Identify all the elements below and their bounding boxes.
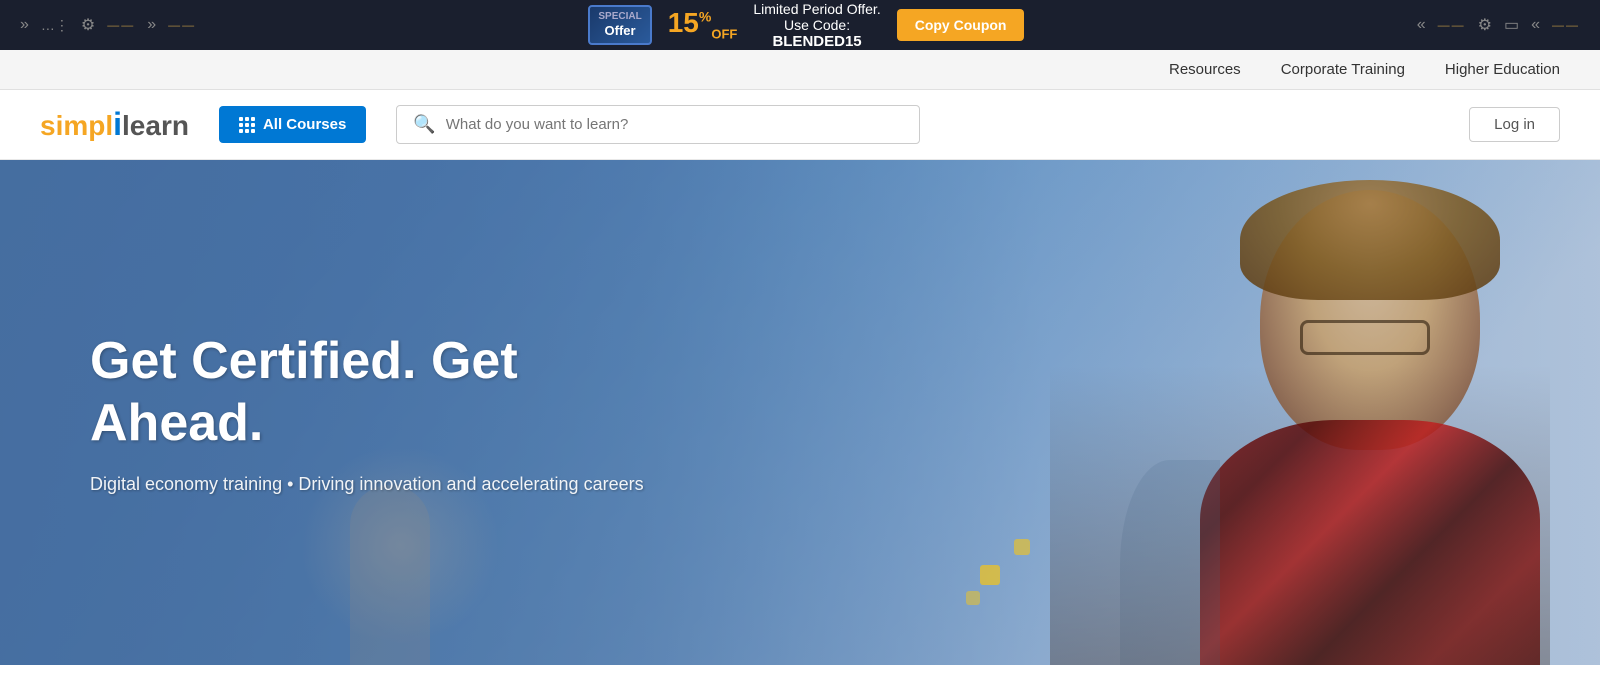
discount-number: 15 [668,7,699,38]
nav-dots-left2: —— [168,18,196,32]
chevron-right-icon[interactable]: » [147,16,156,34]
chevron-right-double-icon[interactable]: » [20,16,29,34]
grid-icon [239,117,255,133]
grid-dots-icon[interactable]: …⋮ [41,17,69,34]
search-input[interactable] [446,116,903,133]
hero-subtitle: Digital economy training • Driving innov… [90,474,700,495]
hero-title: Get Certified. Get Ahead. [90,330,700,455]
logo-i: i [113,106,122,142]
search-icon: 🔍 [413,114,435,135]
offer-text: Offer [598,23,641,39]
bar-left-icons: » …⋮ ⚙ —— » —— [20,15,196,35]
announcement-text: Limited Period Offer. Use Code: BLENDED1… [753,1,880,50]
announcement-center: SPECIAL Offer 15%OFF Limited Period Offe… [588,1,1024,50]
promo-code: BLENDED15 [753,33,880,50]
nav-resources[interactable]: Resources [1169,61,1241,78]
discount-badge: 15%OFF [668,9,738,41]
nav-corporate-training[interactable]: Corporate Training [1281,61,1405,78]
copy-coupon-button[interactable]: Copy Coupon [897,9,1025,41]
secondary-nav: Resources Corporate Training Higher Educ… [0,50,1600,90]
offer-line2: Use Code: [753,17,880,33]
nav-higher-education[interactable]: Higher Education [1445,61,1560,78]
discount-label: OFF [711,27,737,42]
search-bar[interactable]: 🔍 [396,105,919,144]
discount-suffix: % [699,9,711,25]
nav-dots-right2: —— [1552,18,1580,32]
announcement-bar: » …⋮ ⚙ —— » —— SPECIAL Offer 15%OFF Limi… [0,0,1600,50]
logo-learn: learn [122,110,189,141]
login-button[interactable]: Log in [1469,107,1560,142]
hero-content: Get Certified. Get Ahead. Digital econom… [0,330,700,496]
chevron-left-double-icon[interactable]: « [1417,16,1426,34]
logo-simpl: simpl [40,110,113,141]
header: simplilearn All Courses 🔍 Log in [0,90,1600,160]
special-text: SPECIAL [598,11,641,23]
offer-line1: Limited Period Offer. [753,1,880,17]
bar-right-icons: « —— ⚙ ▭ « —— [1417,15,1580,35]
all-courses-button[interactable]: All Courses [219,106,366,143]
gear-icon-right[interactable]: ⚙ [1478,15,1492,35]
nav-dots-right: —— [1438,18,1466,32]
all-courses-label: All Courses [263,116,346,133]
special-offer-badge: SPECIAL Offer [588,5,651,45]
logo[interactable]: simplilearn [40,106,189,143]
nav-dots-left: —— [107,18,135,32]
square-icon[interactable]: ▭ [1504,15,1519,35]
gear-icon[interactable]: ⚙ [81,15,95,35]
chevron-left-icon[interactable]: « [1531,16,1540,34]
hero-section: Get Certified. Get Ahead. Digital econom… [0,160,1600,665]
hero-person-area [1040,160,1600,665]
